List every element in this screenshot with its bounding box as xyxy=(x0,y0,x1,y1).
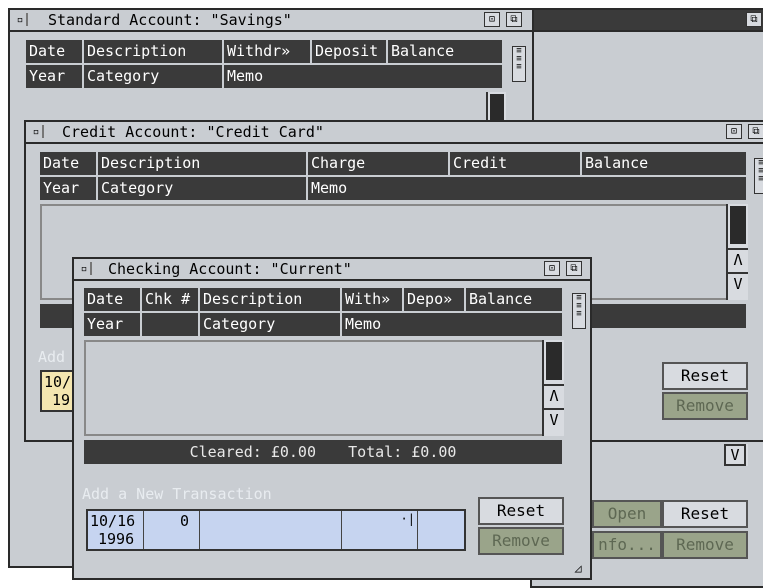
credit-sort-icon[interactable]: ≡ ≡ ≡ xyxy=(754,158,763,194)
reset-button-credit[interactable]: Reset xyxy=(662,362,748,390)
checking-transaction-list[interactable] xyxy=(84,340,562,436)
col-memo[interactable]: Memo xyxy=(342,313,562,336)
col-check-blank[interactable] xyxy=(142,313,200,336)
col-balance[interactable]: Balance xyxy=(388,40,502,63)
savings-header-row2: Year Category Memo xyxy=(26,65,502,88)
depth-icon[interactable]: ⧉ xyxy=(746,12,762,27)
close-icon[interactable]: ▫ xyxy=(14,13,28,26)
col-description[interactable]: Description xyxy=(200,288,342,311)
zoom-icon[interactable]: ⊡ xyxy=(726,124,742,139)
checking-header-row2: Year Category Memo xyxy=(84,313,562,336)
col-withdrawal[interactable]: With» xyxy=(342,288,404,311)
open-button[interactable]: Open xyxy=(592,500,662,528)
depth-icon[interactable]: ⧉ xyxy=(748,124,763,139)
depth-icon[interactable]: ⧉ xyxy=(566,261,582,276)
col-category[interactable]: Category xyxy=(84,65,224,88)
checking-scroll-knob[interactable] xyxy=(546,342,562,380)
cleared-label: Cleared: xyxy=(189,443,262,461)
entry-check-number[interactable]: 0 xyxy=(180,512,189,530)
credit-scrollbar[interactable]: Λ V xyxy=(726,204,748,300)
savings-sort-icon[interactable]: ≡ ≡ ≡ xyxy=(512,46,526,82)
col-deposit[interactable]: Deposit xyxy=(312,40,388,63)
checking-title: Checking Account: "Current" xyxy=(108,260,352,278)
remove-button-credit[interactable]: Remove xyxy=(662,392,748,420)
checking-scrollbar[interactable]: Λ V xyxy=(542,340,564,436)
col-date[interactable]: Date xyxy=(26,40,84,63)
col-memo[interactable]: Memo xyxy=(224,65,502,88)
zoom-icon[interactable]: ⊡ xyxy=(544,261,560,276)
info-button[interactable]: nfo... xyxy=(592,531,662,559)
checking-header-row1: Date Chk # Description With» Depo» Balan… xyxy=(84,288,562,311)
zoom-icon[interactable]: ⊡ xyxy=(484,12,500,27)
credit-entry-year[interactable]: 19 xyxy=(52,391,70,409)
background-window-titlebar[interactable] xyxy=(532,10,763,32)
total-label: Total: xyxy=(348,443,403,461)
entry-year[interactable]: 1996 xyxy=(98,530,134,548)
col-year[interactable]: Year xyxy=(84,313,142,336)
checking-sort-icon[interactable]: ≡ ≡ ≡ xyxy=(572,293,586,329)
col-date[interactable]: Date xyxy=(40,152,98,175)
new-transaction-row[interactable]: 10/16 1996 0 ·| xyxy=(86,509,466,551)
col-charge[interactable]: Charge xyxy=(308,152,450,175)
cleared-value: £0.00 xyxy=(270,443,316,461)
scroll-down-icon[interactable]: V xyxy=(544,408,564,430)
col-date[interactable]: Date xyxy=(84,288,142,311)
col-credit[interactable]: Credit xyxy=(450,152,582,175)
entry-description-cell[interactable] xyxy=(200,511,342,549)
credit-header-row2: Year Category Memo xyxy=(40,177,746,200)
col-check-number[interactable]: Chk # xyxy=(142,288,200,311)
col-category[interactable]: Category xyxy=(98,177,308,200)
credit-title: Credit Account: "Credit Card" xyxy=(62,123,324,141)
checking-titlebar[interactable]: ▫ Checking Account: "Current" ⊡ ⧉ xyxy=(74,259,590,281)
remove-button-background[interactable]: Remove xyxy=(662,531,748,559)
scroll-up-icon[interactable]: Λ xyxy=(544,384,564,406)
cursor-icon: ·| xyxy=(400,512,415,526)
savings-header-row1: Date Description Withdr» Deposit Balance xyxy=(26,40,502,63)
close-icon[interactable]: ▫ xyxy=(78,262,92,275)
col-balance[interactable]: Balance xyxy=(466,288,562,311)
add-transaction-label: Add a New Transaction xyxy=(82,485,272,503)
savings-titlebar[interactable]: ▫ Standard Account: "Savings" ⊡ ⧉ xyxy=(10,10,532,32)
background-scroll-down-icon[interactable]: V xyxy=(724,444,746,466)
entry-date[interactable]: 10/16 xyxy=(90,512,135,530)
credit-titlebar[interactable]: ▫ Credit Account: "Credit Card" ⊡ ⧉ xyxy=(26,122,763,144)
scroll-up-icon[interactable]: Λ xyxy=(728,248,748,270)
col-year[interactable]: Year xyxy=(40,177,98,200)
credit-entry-date[interactable]: 10/ xyxy=(44,373,71,391)
col-description[interactable]: Description xyxy=(84,40,224,63)
col-year[interactable]: Year xyxy=(26,65,84,88)
depth-icon[interactable]: ⧉ xyxy=(506,12,522,27)
col-balance[interactable]: Balance xyxy=(582,152,746,175)
close-icon[interactable]: ▫ xyxy=(30,125,44,138)
col-category[interactable]: Category xyxy=(200,313,342,336)
remove-button[interactable]: Remove xyxy=(478,527,564,555)
col-description[interactable]: Description xyxy=(98,152,308,175)
col-memo[interactable]: Memo xyxy=(308,177,746,200)
col-withdrawal[interactable]: Withdr» xyxy=(224,40,312,63)
entry-amount-cell[interactable]: ·| xyxy=(342,511,418,549)
savings-title: Standard Account: "Savings" xyxy=(48,11,292,29)
col-deposit[interactable]: Depo» xyxy=(404,288,466,311)
reset-button[interactable]: Reset xyxy=(478,497,564,525)
credit-add-label: Add xyxy=(38,348,66,366)
entry-check-cell[interactable]: 0 xyxy=(144,511,200,549)
total-value: £0.00 xyxy=(411,443,457,461)
credit-scroll-knob[interactable] xyxy=(730,206,746,244)
scroll-down-icon[interactable]: V xyxy=(728,272,748,294)
checking-status-bar: Cleared: £0.00 Total: £0.00 xyxy=(84,440,562,464)
resize-grip-icon[interactable]: ◿ xyxy=(570,561,586,575)
checking-window: ▫ Checking Account: "Current" ⊡ ⧉ Date C… xyxy=(72,257,592,580)
reset-button-background[interactable]: Reset xyxy=(662,500,748,528)
credit-header-row1: Date Description Charge Credit Balance xyxy=(40,152,746,175)
entry-date-cell[interactable]: 10/16 1996 xyxy=(88,511,144,549)
